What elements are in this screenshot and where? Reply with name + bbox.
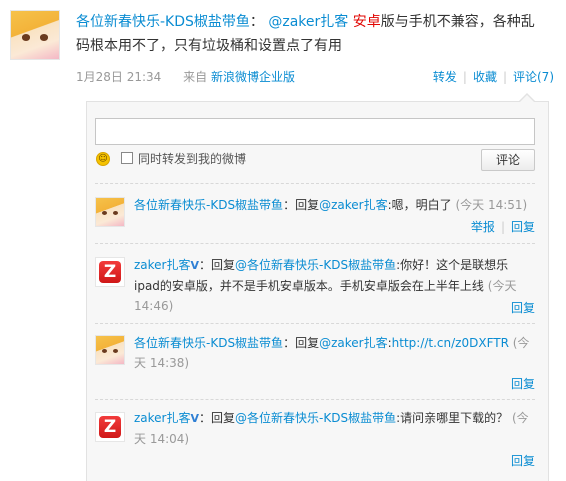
submit-comment-button[interactable]: 评论 bbox=[481, 149, 535, 171]
comment-avatar[interactable] bbox=[95, 197, 125, 227]
comment-avatar[interactable]: Z bbox=[95, 257, 125, 287]
reply-button[interactable]: 回复 bbox=[511, 454, 535, 468]
comment-button[interactable]: 评论(7) bbox=[513, 70, 554, 84]
reply-button[interactable]: 回复 bbox=[511, 220, 535, 234]
comment-mention-link[interactable]: @各位新春快乐-KDS椒盐带鱼 bbox=[235, 258, 396, 272]
author-avatar[interactable] bbox=[10, 10, 60, 60]
divider bbox=[95, 183, 535, 184]
comment-author-link[interactable]: 各位新春快乐-KDS椒盐带鱼 bbox=[134, 198, 283, 212]
comment-text: zaker扎客V：回复@各位新春快乐-KDS椒盐带鱼:你好！这个是联想乐ipad… bbox=[134, 258, 517, 313]
comment-actions: 回复 bbox=[511, 453, 535, 469]
divider bbox=[95, 399, 535, 400]
emoji-icon[interactable]: ☺ bbox=[96, 152, 110, 166]
post-source-link[interactable]: 新浪微博企业版 bbox=[211, 70, 295, 84]
divider bbox=[95, 243, 535, 244]
post-time[interactable]: 1月28日 21:34 bbox=[76, 70, 161, 84]
comment-url-link[interactable]: http://t.cn/z0DXFTR bbox=[392, 336, 509, 350]
post-mention-link[interactable]: @zaker扎客 bbox=[268, 14, 348, 30]
favorite-button[interactable]: 收藏 bbox=[473, 70, 497, 84]
zaker-logo-icon: Z bbox=[98, 260, 122, 284]
comment-avatar[interactable]: Z bbox=[95, 412, 125, 442]
comment-avatar[interactable] bbox=[95, 335, 125, 365]
comment-author-link[interactable]: 各位新春快乐-KDS椒盐带鱼 bbox=[134, 336, 283, 350]
divider bbox=[95, 323, 535, 324]
comment-actions: 回复 bbox=[511, 376, 535, 392]
reply-button[interactable]: 回复 bbox=[511, 301, 535, 315]
comment-text: zaker扎客V：回复@各位新春快乐-KDS椒盐带鱼:请问亲哪里下载的？ (今天… bbox=[134, 411, 529, 446]
post-actions: 转发 | 收藏 | 评论(7) bbox=[432, 70, 554, 84]
comment-input[interactable] bbox=[95, 118, 535, 145]
comment-mention-link[interactable]: @各位新春快乐-KDS椒盐带鱼 bbox=[235, 411, 396, 425]
post-from-label: 来自 bbox=[183, 70, 208, 84]
comment-author-link[interactable]: zaker扎客 bbox=[134, 411, 191, 425]
verified-icon: V bbox=[190, 259, 200, 272]
forward-button[interactable]: 转发 bbox=[433, 70, 457, 84]
report-button[interactable]: 举报 bbox=[471, 220, 495, 234]
post-meta: 1月28日 21:34 来自 新浪微博企业版 转发 | 收藏 | 评论(7) bbox=[76, 69, 554, 85]
reply-button[interactable]: 回复 bbox=[511, 377, 535, 391]
post-colon: ： bbox=[249, 14, 264, 30]
post-content: 各位新春快乐-KDS椒盐带鱼： @zaker扎客 安卓版与手机不兼容，各种乱码根… bbox=[76, 10, 546, 58]
comment-actions: 举报 | 回复 bbox=[470, 220, 535, 234]
zaker-logo-icon: Z bbox=[98, 415, 122, 439]
comment-author-link[interactable]: zaker扎客 bbox=[134, 258, 191, 272]
post-author-link[interactable]: 各位新春快乐-KDS椒盐带鱼 bbox=[76, 14, 250, 30]
comment-text: 各位新春快乐-KDS椒盐带鱼：回复@zaker扎客:http://t.cn/z0… bbox=[134, 336, 530, 370]
comment-mention-link[interactable]: @zaker扎客 bbox=[319, 198, 388, 212]
post-highlight: 安卓 bbox=[352, 14, 381, 30]
comment-text: 各位新春快乐-KDS椒盐带鱼：回复@zaker扎客:嗯，明白了 (今天 14:5… bbox=[134, 198, 528, 212]
comment-mention-link[interactable]: @zaker扎客 bbox=[319, 336, 388, 350]
forward-checkbox[interactable] bbox=[121, 152, 133, 164]
verified-icon: V bbox=[190, 412, 200, 425]
panel-arrow-inner bbox=[520, 95, 534, 102]
comment-actions: 回复 bbox=[511, 300, 535, 316]
forward-label: 同时转发到我的微博 bbox=[138, 152, 247, 166]
comment-time: (今天 14:51) bbox=[455, 198, 528, 212]
